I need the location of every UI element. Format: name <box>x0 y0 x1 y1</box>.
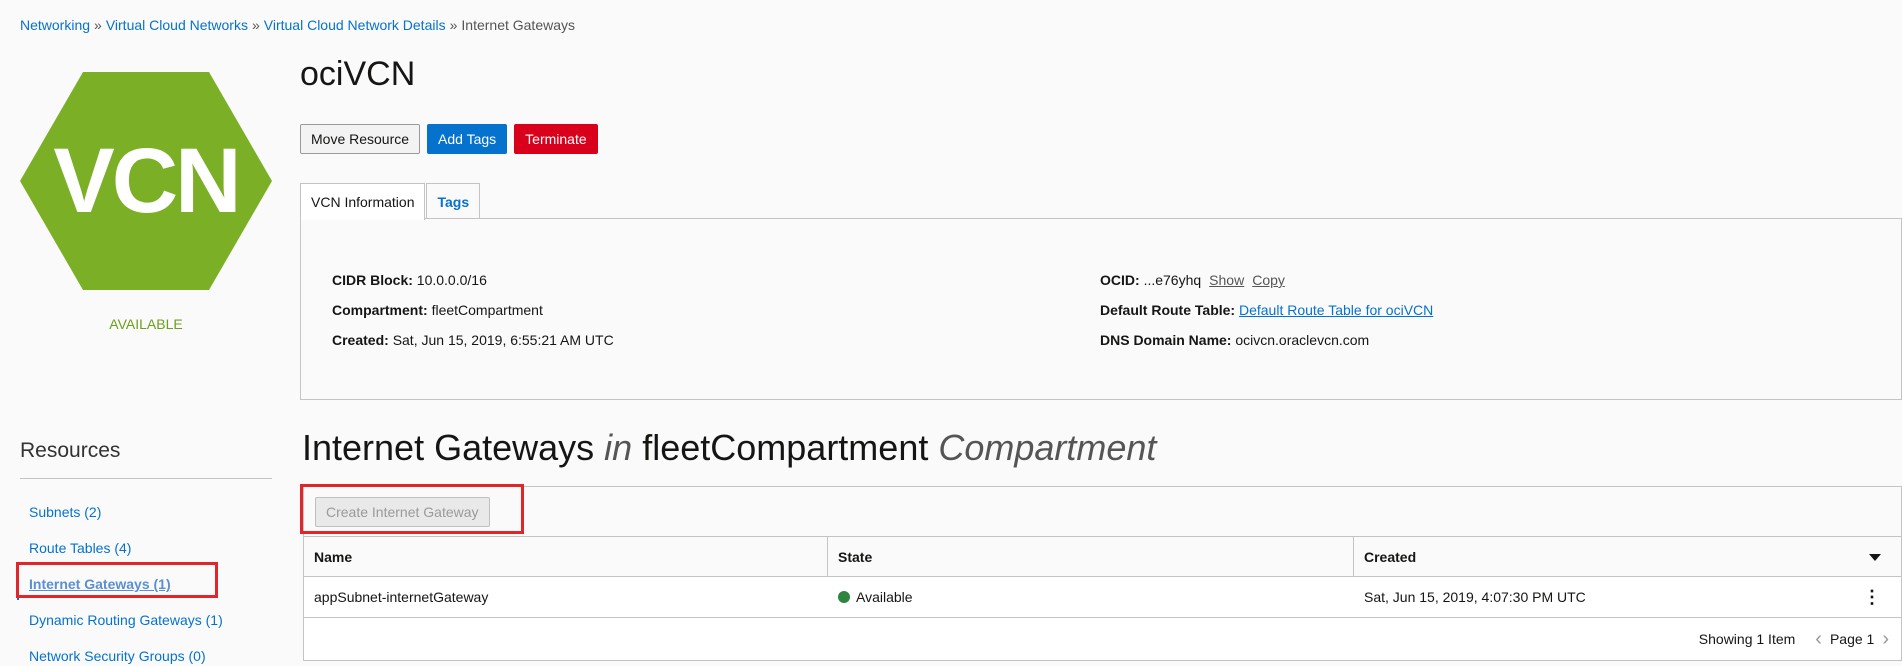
table-header: Name State Created <box>304 537 1901 577</box>
gateway-state-label: Available <box>856 589 913 605</box>
breadcrumb-separator: » <box>251 17 260 33</box>
vcn-hexagon-icon: VCN <box>20 72 272 290</box>
section-title-main: Internet Gateways <box>302 427 595 468</box>
default-route-table-link[interactable]: Default Route Table for ociVCN <box>1239 302 1433 318</box>
compartment-label: Compartment: <box>332 302 428 318</box>
ocid-row: OCID: ...e76yhq Show Copy <box>1100 265 1433 295</box>
sort-caret-icon[interactable] <box>1869 549 1881 565</box>
column-header-created-label: Created <box>1364 548 1417 565</box>
table-row[interactable]: appSubnet-internetGateway Available Sat,… <box>304 577 1901 618</box>
route-table-label: Default Route Table: <box>1100 302 1236 318</box>
pagination: ‹ Page 1 › <box>1815 629 1889 649</box>
created-value: Sat, Jun 15, 2019, 6:55:21 AM UTC <box>392 332 614 348</box>
column-header-name[interactable]: Name <box>304 537 828 576</box>
breadcrumb-separator: » <box>94 17 102 33</box>
breadcrumb-current: Internet Gateways <box>461 17 576 33</box>
table-footer: Showing 1 Item ‹ Page 1 › <box>304 618 1901 660</box>
ocid-value: ...e76yhq <box>1143 272 1202 288</box>
page-title: ociVCN <box>300 55 416 93</box>
ocid-copy-link[interactable]: Copy <box>1252 272 1285 288</box>
internet-gateways-table: Create Internet Gateway Name State Creat… <box>303 486 1902 661</box>
row-actions-kebab-icon[interactable]: ⋮ <box>1863 588 1881 606</box>
column-header-created[interactable]: Created <box>1354 537 1901 576</box>
cidr-label: CIDR Block: <box>332 272 413 288</box>
route-table-row: Default Route Table: Default Route Table… <box>1100 295 1433 325</box>
breadcrumb-separator: » <box>449 17 458 33</box>
cidr-row: CIDR Block: 10.0.0.0/16 <box>332 265 614 295</box>
resources-heading: Resources <box>20 439 121 462</box>
breadcrumb-networking[interactable]: Networking <box>20 17 90 33</box>
info-right-column: OCID: ...e76yhq Show Copy Default Route Ta… <box>1100 265 1433 355</box>
section-title-in: in <box>604 427 633 468</box>
resource-item-network-security-groups[interactable]: Network Security Groups (0) <box>17 638 272 666</box>
detail-tabs: VCN Information Tags <box>300 183 481 220</box>
add-tags-button[interactable]: Add Tags <box>427 124 508 154</box>
move-resource-button[interactable]: Move Resource <box>300 124 421 154</box>
resource-item-subnets[interactable]: Subnets (2) <box>17 494 272 530</box>
vcn-icon-label: VCN <box>53 129 241 232</box>
dns-row: DNS Domain Name: ocivcn.oraclevcn.com <box>1100 325 1433 355</box>
gateway-state: Available <box>828 577 1354 617</box>
terminate-button[interactable]: Terminate <box>514 124 598 154</box>
highlight-internet-gateways-item <box>16 562 218 598</box>
table-toolbar: Create Internet Gateway <box>304 487 1901 537</box>
breadcrumb-vcn-details[interactable]: Virtual Cloud Network Details <box>264 17 446 33</box>
item-count: Showing 1 Item <box>1698 631 1796 647</box>
info-left-column: CIDR Block: 10.0.0.0/16 Compartment: fle… <box>332 265 614 355</box>
ocid-label: OCID: <box>1100 272 1140 288</box>
previous-page-icon[interactable]: ‹ <box>1815 629 1822 649</box>
page-number: Page 1 <box>1829 631 1875 647</box>
compartment-row: Compartment: fleetCompartment <box>332 295 614 325</box>
created-label: Created: <box>332 332 389 348</box>
section-title-suffix: Compartment <box>938 427 1157 468</box>
resource-item-dynamic-routing-gateways[interactable]: Dynamic Routing Gateways (1) <box>17 602 272 638</box>
section-title: Internet Gateways in fleetCompartment Co… <box>302 427 1156 469</box>
created-row: Created: Sat, Jun 15, 2019, 6:55:21 AM U… <box>332 325 614 355</box>
resource-item-route-tables[interactable]: Route Tables (4) <box>17 530 272 566</box>
breadcrumb: Networking» Virtual Cloud Networks» Virtua… <box>20 17 575 33</box>
column-header-state[interactable]: State <box>828 537 1354 576</box>
resource-status: AVAILABLE <box>109 316 183 332</box>
ocid-show-link[interactable]: Show <box>1209 272 1244 288</box>
compartment-value: fleetCompartment <box>431 302 543 318</box>
gateway-created: Sat, Jun 15, 2019, 4:07:30 PM UTC ⋮ <box>1354 577 1901 617</box>
highlight-create-button <box>300 484 524 534</box>
resources-divider <box>20 478 272 479</box>
vcn-information-panel: CIDR Block: 10.0.0.0/16 Compartment: fle… <box>300 218 1902 400</box>
tab-tags[interactable]: Tags <box>426 183 481 219</box>
section-title-compartment: fleetCompartment <box>642 427 929 468</box>
gateway-created-value: Sat, Jun 15, 2019, 4:07:30 PM UTC <box>1364 589 1586 605</box>
cidr-value: 10.0.0.0/16 <box>416 272 487 288</box>
tab-vcn-information[interactable]: VCN Information <box>300 183 426 220</box>
available-status-icon <box>838 591 850 603</box>
action-toolbar: Move Resource Add Tags Terminate <box>300 124 598 154</box>
dns-value: ocivcn.oraclevcn.com <box>1235 332 1370 348</box>
gateway-name: appSubnet-internetGateway <box>314 589 489 605</box>
next-page-icon[interactable]: › <box>1882 629 1889 649</box>
dns-label: DNS Domain Name: <box>1100 332 1232 348</box>
breadcrumb-virtual-cloud-networks[interactable]: Virtual Cloud Networks <box>106 17 248 33</box>
